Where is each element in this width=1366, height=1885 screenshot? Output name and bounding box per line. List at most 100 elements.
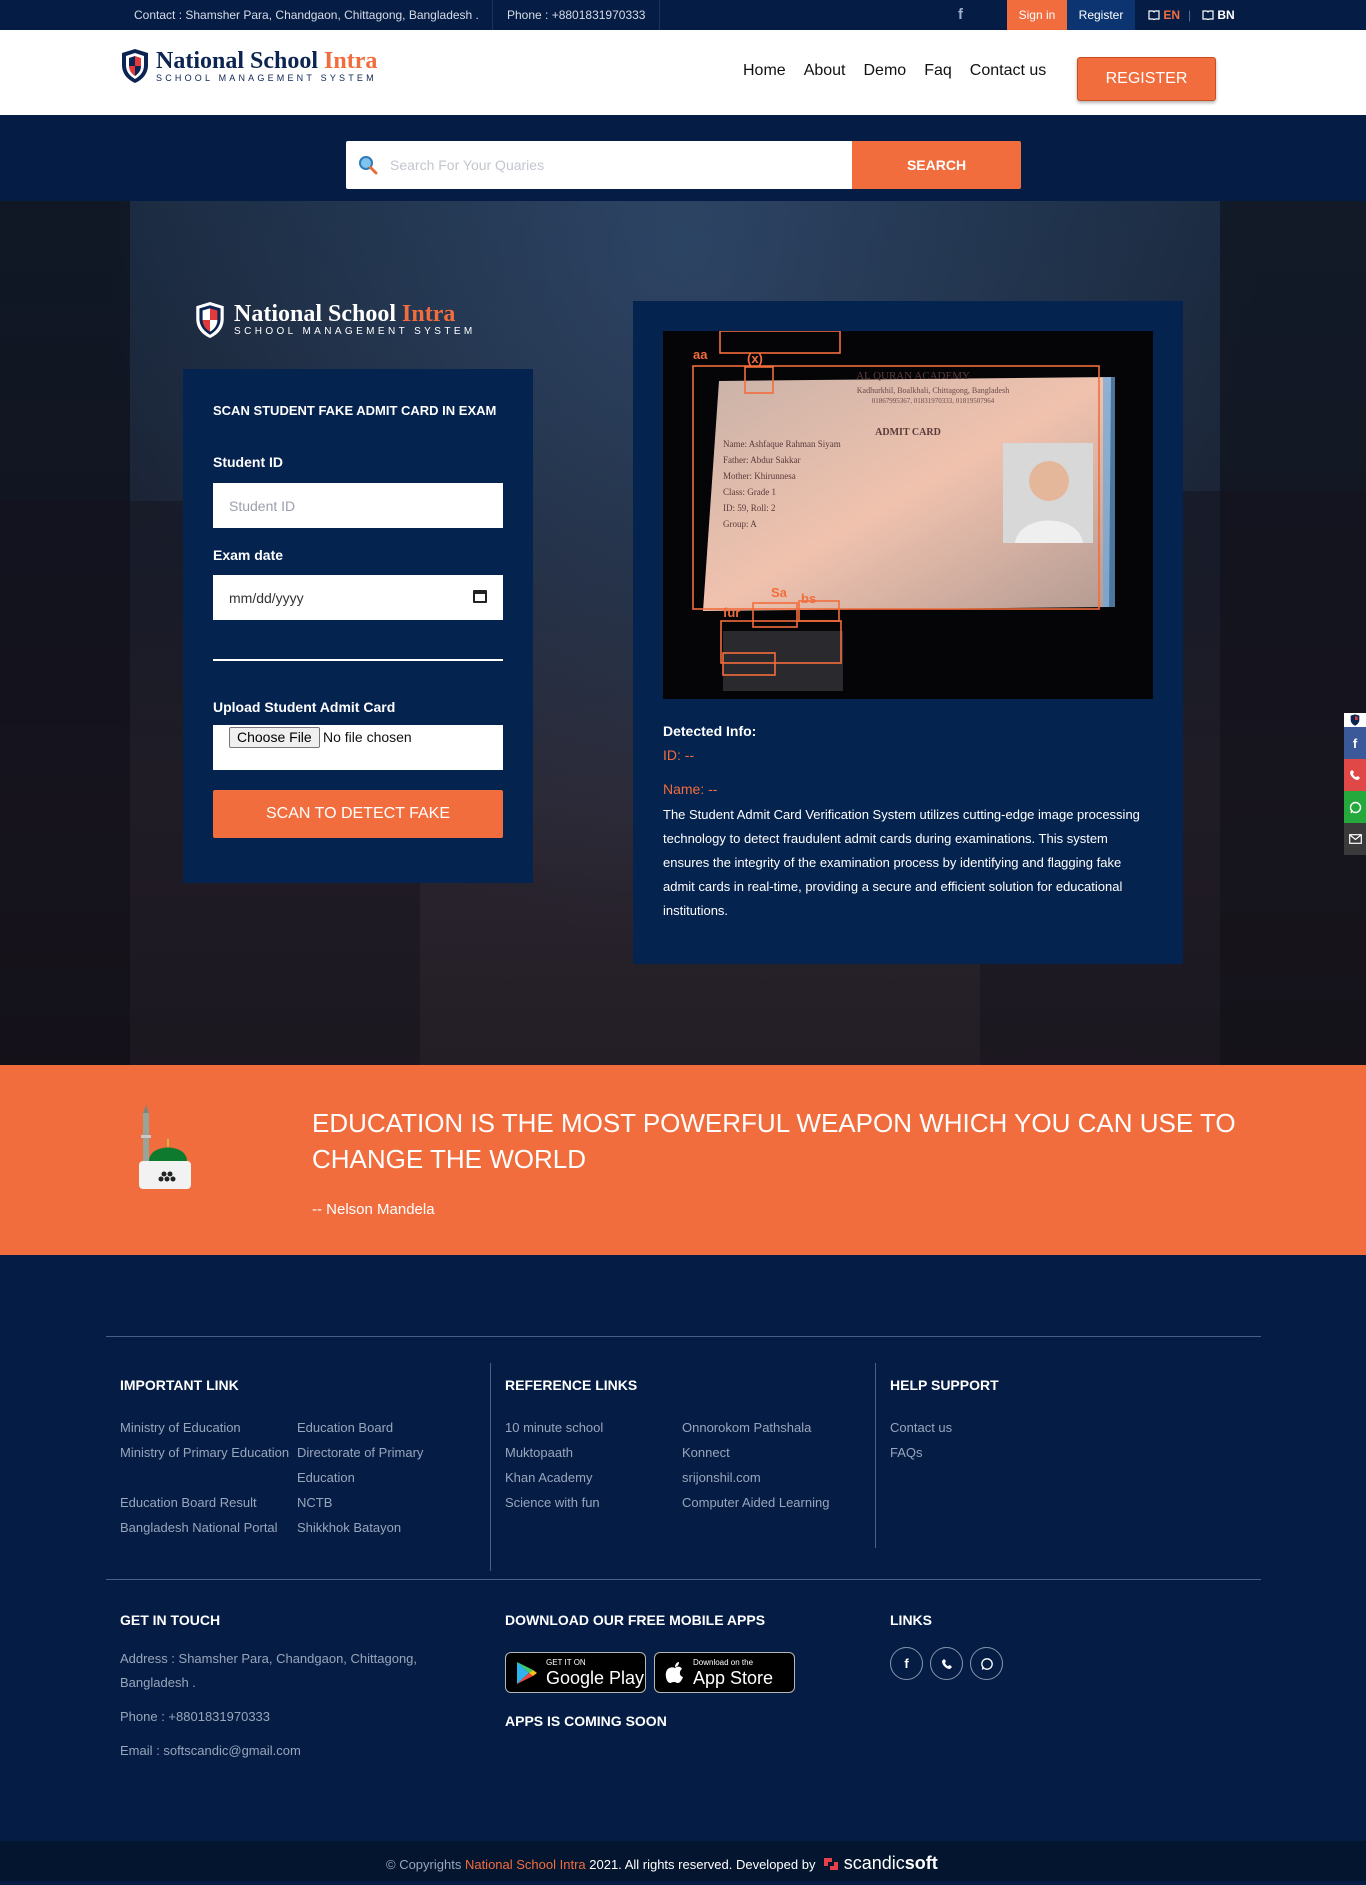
scan-form-title: SCAN STUDENT FAKE ADMIT CARD IN EXAM xyxy=(213,403,497,418)
whatsapp-icon[interactable] xyxy=(1344,791,1366,823)
footer-link[interactable]: 10 minute school xyxy=(505,1415,603,1440)
google-play-badge[interactable]: GET IT ON Google Play xyxy=(505,1652,646,1693)
search-button[interactable]: SEARCH xyxy=(852,141,1021,189)
help-links: Contact us FAQs xyxy=(890,1415,952,1465)
scandicsoft-logo[interactable]: scandicsoft xyxy=(822,1853,938,1873)
nav-demo[interactable]: Demo xyxy=(864,62,907,80)
footer-link[interactable]: Muktopaath xyxy=(505,1440,603,1465)
footer-divider xyxy=(106,1579,1261,1580)
detect-label: bs xyxy=(801,591,816,606)
card-line: Class: Grade 1 xyxy=(723,487,776,497)
admit-card-photo: AL QURAN ACADEMY Kadhurkhil, Boalkhali, … xyxy=(663,331,1153,699)
phone-icon[interactable] xyxy=(1344,759,1366,791)
footer-link[interactable]: Computer Aided Learning xyxy=(682,1490,829,1515)
google-play-icon xyxy=(517,1661,537,1684)
footer-link-spacer xyxy=(120,1465,289,1490)
reference-links-col2: Onnorokom Pathshala Konnect srijonshil.c… xyxy=(682,1415,829,1515)
sign-in-button[interactable]: Sign in xyxy=(1007,0,1067,30)
nav-home[interactable]: Home xyxy=(743,62,786,80)
detected-id: ID: -- xyxy=(663,747,695,763)
footer-column-divider xyxy=(490,1363,491,1571)
mail-icon[interactable] xyxy=(1344,823,1366,855)
upload-label: Upload Student Admit Card xyxy=(213,699,396,715)
hero-brand-subtitle: SCHOOL MANAGEMENT SYSTEM xyxy=(234,326,476,337)
footer-link[interactable]: Directorate of Primary xyxy=(297,1440,423,1465)
main-header: National School Intra SCHOOL MANAGEMENT … xyxy=(0,30,1366,115)
reference-links-title: REFERENCE LINKS xyxy=(505,1377,638,1393)
facebook-icon[interactable]: f xyxy=(1344,727,1366,759)
detect-label: aa xyxy=(693,347,708,362)
copyright-brand[interactable]: National School Intra xyxy=(465,1857,586,1872)
scandicsoft-logo-icon xyxy=(824,1858,839,1870)
exam-date-label: Exam date xyxy=(213,547,284,563)
nav-faq[interactable]: Faq xyxy=(924,62,952,80)
shield-mini-icon xyxy=(1344,713,1366,727)
card-academy-text: AL QURAN ACADEMY xyxy=(856,370,970,382)
detect-label: fur xyxy=(723,605,740,620)
footer-link[interactable]: Ministry of Education xyxy=(120,1415,289,1440)
admit-card-file-input[interactable]: Choose File No file chosen xyxy=(213,725,503,770)
card-line: Name: Ashfaque Rahman Siyam xyxy=(723,439,841,449)
footer-link[interactable]: FAQs xyxy=(890,1440,952,1465)
lang-en[interactable]: EN xyxy=(1148,8,1180,22)
student-id-input[interactable]: Student ID xyxy=(213,483,503,528)
student-id-label: Student ID xyxy=(213,454,283,470)
footer-link[interactable]: Ministry of Primary Education xyxy=(120,1440,289,1465)
form-divider xyxy=(213,659,503,661)
facebook-icon[interactable]: f xyxy=(958,6,963,23)
site-logo[interactable]: National School Intra SCHOOL MANAGEMENT … xyxy=(120,48,377,84)
search-box xyxy=(346,141,852,189)
card-line: ID: 59, Roll: 2 xyxy=(723,503,776,513)
footer-link[interactable]: NCTB xyxy=(297,1490,423,1515)
footer-link[interactable]: Onnorokom Pathshala xyxy=(682,1415,829,1440)
choose-file-button[interactable]: Choose File xyxy=(229,727,320,748)
search-icon xyxy=(359,156,378,175)
exam-date-input[interactable]: mm/dd/yyyy xyxy=(213,575,503,620)
detect-label: (x) xyxy=(747,351,763,366)
footer-email: Email : softscandic@gmail.com xyxy=(120,1743,301,1758)
shield-logo-icon xyxy=(196,302,224,338)
footer-link[interactable]: Shikkhok Batayon xyxy=(297,1515,423,1540)
footer-facebook-icon[interactable]: f xyxy=(890,1647,923,1680)
important-links-col2: Education Board Directorate of Primary E… xyxy=(297,1415,423,1540)
scan-detect-button[interactable]: SCAN TO DETECT FAKE xyxy=(213,790,503,838)
google-play-big: Google Play xyxy=(546,1668,645,1688)
copyright-text: © Copyrights National School Intra 2021.… xyxy=(386,1853,938,1873)
register-button[interactable]: REGISTER xyxy=(1077,57,1216,101)
search-input[interactable] xyxy=(390,141,840,189)
brand-name: National School Intra xyxy=(156,48,378,74)
mosque-icon xyxy=(139,1105,191,1189)
lang-bn[interactable]: BN xyxy=(1202,8,1235,22)
get-in-touch-title: GET IN TOUCH xyxy=(120,1612,221,1628)
apps-coming-soon: APPS IS COMING SOON xyxy=(505,1713,667,1729)
footer-link[interactable]: Contact us xyxy=(890,1415,952,1440)
footer-link[interactable]: Bangladesh National Portal xyxy=(120,1515,289,1540)
footer-phone-icon[interactable] xyxy=(930,1647,963,1680)
quote-band: EDUCATION IS THE MOST POWERFUL WEAPON WH… xyxy=(0,1065,1366,1255)
footer: IMPORTANT LINK Ministry of Education Min… xyxy=(0,1255,1366,1841)
nav-contact[interactable]: Contact us xyxy=(970,62,1046,80)
app-store-big: App Store xyxy=(693,1668,774,1688)
footer-link[interactable]: Education xyxy=(297,1465,423,1490)
detected-name: Name: -- xyxy=(663,781,718,797)
card-line: Group: A xyxy=(723,519,757,529)
top-register-button[interactable]: Register xyxy=(1067,0,1135,30)
footer-link[interactable]: Education Board Result xyxy=(120,1490,289,1515)
important-link-title: IMPORTANT LINK xyxy=(120,1377,239,1393)
nav-about[interactable]: About xyxy=(804,62,846,80)
detection-result-card: AL QURAN ACADEMY Kadhurkhil, Boalkhali, … xyxy=(633,301,1183,964)
quote-text: EDUCATION IS THE MOST POWERFUL WEAPON WH… xyxy=(312,1108,1236,1174)
hero-brand-name: National School Intra xyxy=(234,301,456,327)
card-heading-text: ADMIT CARD xyxy=(875,427,941,438)
footer-column-divider xyxy=(875,1363,876,1548)
app-store-badge[interactable]: Download on the App Store xyxy=(654,1652,795,1693)
footer-link[interactable]: Konnect xyxy=(682,1440,829,1465)
lang-separator: | xyxy=(1188,8,1192,22)
calendar-icon[interactable] xyxy=(473,590,487,603)
footer-phone: Phone : +8801831970333 xyxy=(120,1709,271,1724)
footer-link[interactable]: Khan Academy xyxy=(505,1465,603,1490)
footer-link[interactable]: srijonshil.com xyxy=(682,1465,829,1490)
footer-link[interactable]: Education Board xyxy=(297,1415,423,1440)
footer-link[interactable]: Science with fun xyxy=(505,1490,603,1515)
footer-whatsapp-icon[interactable] xyxy=(970,1647,1003,1680)
